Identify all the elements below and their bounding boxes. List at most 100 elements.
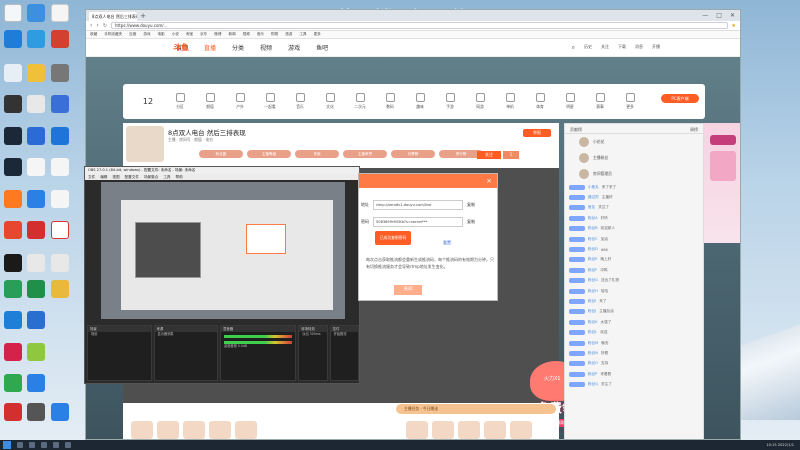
dock-line[interactable]: 淡出 300ms <box>299 332 326 337</box>
gift-item[interactable] <box>209 421 231 439</box>
category-item[interactable]: 分区 <box>165 93 195 110</box>
excel-icon[interactable] <box>27 280 45 298</box>
dock-line[interactable]: 显示器采集 <box>155 332 218 337</box>
dock-sources[interactable]: 来源 显示器采集 <box>153 325 219 381</box>
chat-username[interactable]: 小鱼丸 <box>588 185 599 190</box>
bookmark-item[interactable]: 小说 <box>172 32 179 37</box>
txt-icon[interactable] <box>27 158 45 176</box>
chat-username[interactable]: 粉丝E <box>588 257 597 262</box>
file-icon[interactable] <box>4 4 22 22</box>
dialog-close-button[interactable]: 关闭 <box>394 285 422 295</box>
bookmark-item[interactable]: 手机收藏夹 <box>104 32 122 37</box>
rank-tab[interactable]: 贡献榜 <box>570 127 582 132</box>
follow-button[interactable]: 关注 <box>477 151 501 159</box>
back-icon[interactable]: ‹ <box>90 22 92 29</box>
nav-category[interactable]: 分类 <box>232 43 244 52</box>
nav-games[interactable]: 游戏 <box>288 43 300 52</box>
bookmark-item[interactable]: 新闻 <box>228 32 235 37</box>
dock-scenes[interactable]: 场景 场景 <box>87 325 152 381</box>
room-badge[interactable]: 贵族 <box>295 150 339 158</box>
download-link[interactable]: 下载 <box>618 44 626 52</box>
room-badge[interactable]: 主播等级 <box>247 150 291 158</box>
category-item[interactable]: 文化 <box>315 93 345 110</box>
browser-icon[interactable] <box>27 127 45 145</box>
edge-icon[interactable] <box>51 127 69 145</box>
game-icon[interactable] <box>27 64 45 82</box>
close-button[interactable]: ✕ <box>730 12 735 19</box>
bookmark-item[interactable]: 视频 <box>243 32 250 37</box>
gift-item[interactable] <box>131 421 153 439</box>
app2-icon[interactable] <box>27 190 45 208</box>
rank-row[interactable]: 主播粉丝 <box>565 150 703 166</box>
category-item[interactable]: 户外 <box>225 93 255 110</box>
report-button[interactable]: 举报 <box>523 129 551 137</box>
chat-username[interactable]: 粉丝L <box>588 330 597 335</box>
folder-icon[interactable] <box>27 95 45 113</box>
bookmark-item[interactable]: 收藏 <box>90 32 97 37</box>
gift-item[interactable] <box>235 421 257 439</box>
app8-icon[interactable] <box>27 311 45 329</box>
chat-username[interactable]: 粉丝P <box>588 372 597 377</box>
taskbar-app-icon[interactable] <box>17 442 23 448</box>
dock-transitions[interactable]: 转场特效 淡出 300ms <box>298 325 328 381</box>
wechat-icon[interactable] <box>4 374 22 392</box>
txt2-icon[interactable] <box>51 158 69 176</box>
chat-username[interactable]: 粉丝B <box>588 226 598 231</box>
pc-client-button[interactable]: PC客户端 <box>661 94 699 103</box>
site-logo[interactable]: 斗鱼 <box>173 42 189 53</box>
steam-icon[interactable] <box>4 127 22 145</box>
start-stream-button[interactable]: 开始推流 <box>331 332 358 337</box>
new-tab-button[interactable]: + <box>139 13 147 21</box>
rank-period[interactable]: 周榜 <box>690 127 698 132</box>
obs-menu-item[interactable]: 配置文件 <box>125 174 139 180</box>
maximize-button[interactable]: □ <box>716 12 722 19</box>
chat-username[interactable]: 粉丝G <box>588 278 598 283</box>
gift-item[interactable] <box>458 421 480 439</box>
bookmark-item[interactable]: 音乐 <box>257 32 264 37</box>
app5-icon[interactable] <box>4 280 22 298</box>
ie-icon[interactable] <box>27 30 45 48</box>
refresh-icon[interactable]: ↻ <box>103 23 107 29</box>
bookmark-item[interactable]: 微博 <box>214 32 221 37</box>
taskbar-app-icon[interactable] <box>65 442 71 448</box>
category-item[interactable]: 音乐 <box>285 93 315 110</box>
app6-icon[interactable] <box>51 280 69 298</box>
rank-row[interactable]: 房间管理员 <box>565 166 703 182</box>
close-icon[interactable]: × <box>486 177 492 185</box>
nav-video[interactable]: 视频 <box>260 43 272 52</box>
start-icon[interactable] <box>3 441 11 449</box>
category-item[interactable]: 数码 <box>375 93 405 110</box>
music-icon[interactable] <box>4 343 22 361</box>
document-icon[interactable] <box>51 4 69 22</box>
dock-controls[interactable]: 控件 开始推流 <box>329 325 359 381</box>
obs-menu-item[interactable]: 帮助 <box>176 174 183 180</box>
category-item[interactable]: 更多 <box>615 93 645 110</box>
video-icon[interactable] <box>51 95 69 113</box>
room-badge[interactable]: 粉丝团 <box>199 150 243 158</box>
chat-username[interactable]: 粉丝C <box>588 237 598 242</box>
streamer-avatar[interactable] <box>126 126 164 162</box>
app7-icon[interactable] <box>4 311 22 329</box>
copy-key-button[interactable]: 复制 <box>467 219 475 225</box>
dock-line[interactable]: 场景 <box>88 332 151 337</box>
obs-menu-item[interactable]: 工具 <box>163 174 170 180</box>
key-field[interactable]: 5063899rMOKb?s=secret*** <box>373 217 463 227</box>
bookmark-item[interactable]: 京东 <box>200 32 207 37</box>
bookmark-item[interactable]: 更多 <box>314 32 321 37</box>
chat-username[interactable]: 路过的 <box>588 195 599 200</box>
chat-username[interactable]: 粉丝M <box>588 341 598 346</box>
category-item[interactable]: 趣味 <box>405 93 435 110</box>
dock-mixer[interactable]: 混音器 桌面音频 0.0dB <box>220 325 297 381</box>
bookmark-item[interactable]: 淘宝 <box>186 32 193 37</box>
app4-icon[interactable] <box>27 221 45 239</box>
dock-line[interactable]: 桌面音频 0.0dB <box>221 344 295 349</box>
category-item[interactable]: 赛事 <box>585 93 615 110</box>
taskbar-app-icon[interactable] <box>53 442 59 448</box>
side-ad-banner[interactable] <box>704 123 740 243</box>
app9-icon[interactable] <box>27 343 45 361</box>
forward-icon[interactable]: › <box>96 22 98 29</box>
bookmark-item[interactable]: 电影 <box>158 32 165 37</box>
taskbar-app-icon[interactable] <box>29 442 35 448</box>
bookmark-item[interactable]: 游戏 <box>143 32 150 37</box>
nav-live[interactable]: 直播 <box>204 43 216 52</box>
